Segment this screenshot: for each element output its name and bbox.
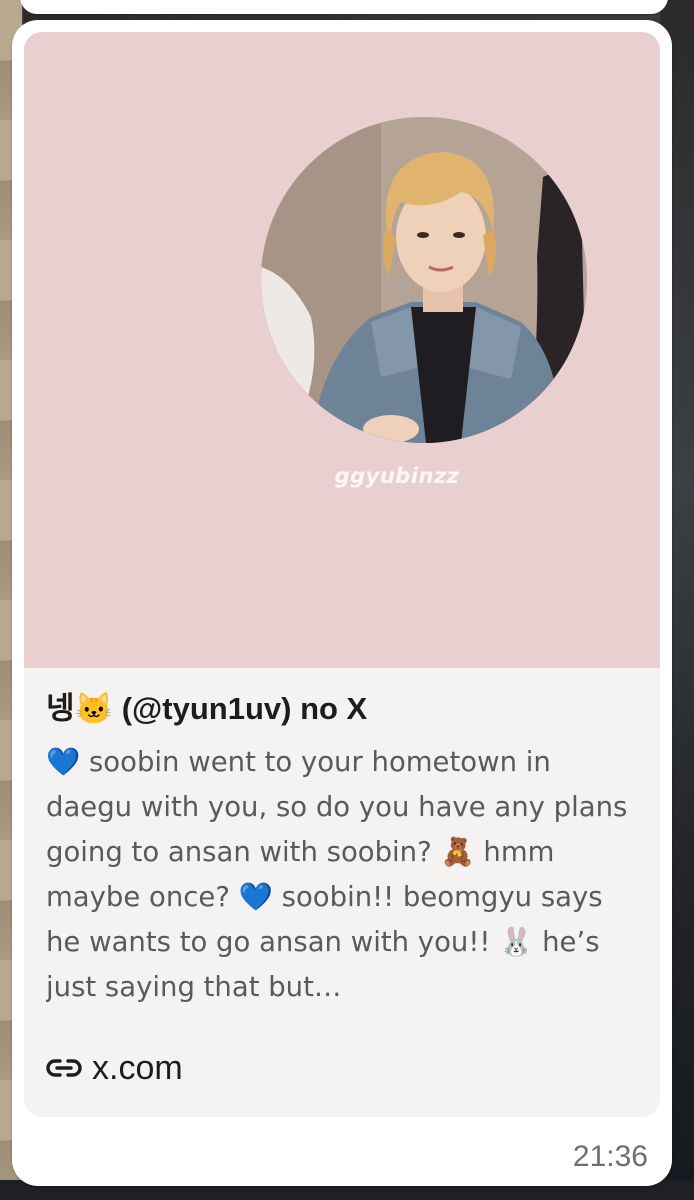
link-icon — [46, 1056, 82, 1080]
previous-message-bubble[interactable] — [20, 0, 668, 14]
chat-screen: ggyubinzz 넹🐱 (@tyun1uv) no X 💙 soobin we… — [0, 0, 694, 1200]
link-preview-description[interactable]: 💙 soobin went to your hometown in daegu … — [46, 740, 638, 1010]
link-preview-card[interactable]: ggyubinzz 넹🐱 (@tyun1uv) no X 💙 soobin we… — [24, 32, 660, 1117]
link-preview-title[interactable]: 넹🐱 (@tyun1uv) no X — [46, 690, 638, 728]
link-preview-text[interactable]: 넹🐱 (@tyun1uv) no X 💙 soobin went to your… — [24, 668, 660, 1010]
profile-photo — [261, 117, 587, 443]
image-watermark: ggyubinzz — [334, 464, 460, 488]
profile-photo-illustration — [261, 117, 587, 443]
link-domain[interactable]: x.com — [92, 1048, 183, 1088]
link-preview-image[interactable]: ggyubinzz — [24, 32, 660, 668]
message-timestamp: 21:36 — [572, 1140, 648, 1173]
link-domain-row[interactable]: x.com — [46, 1048, 183, 1088]
